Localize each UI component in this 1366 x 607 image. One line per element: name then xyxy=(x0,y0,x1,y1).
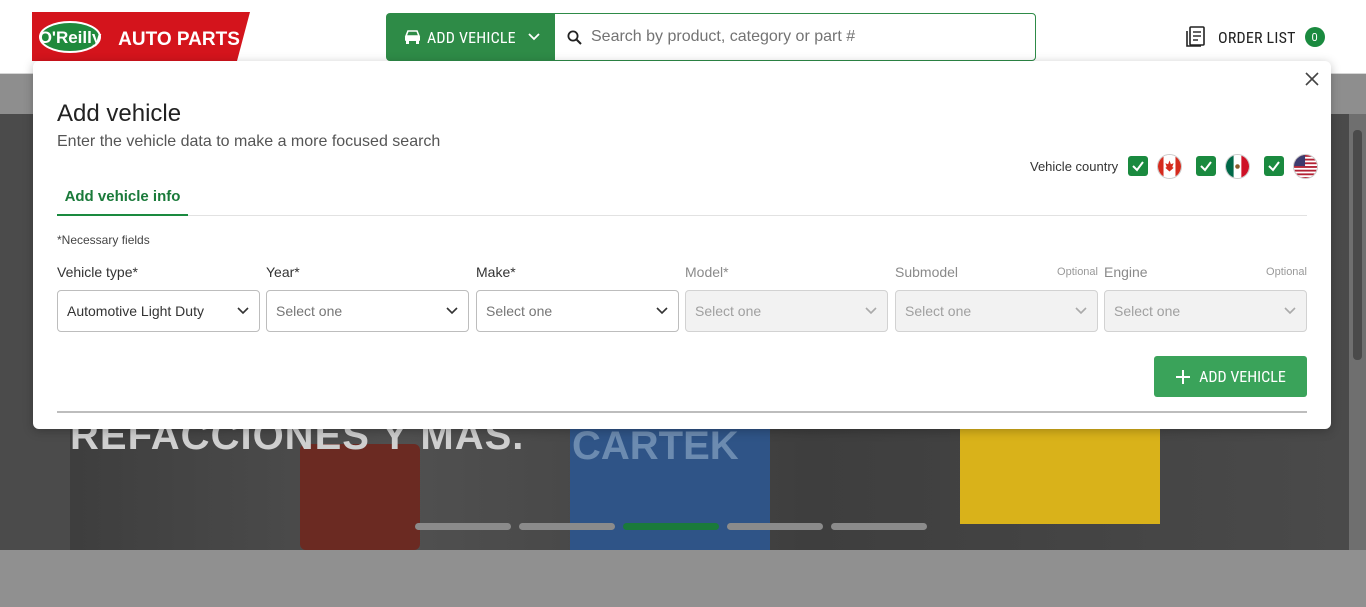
modal-tabs: Add vehicle info xyxy=(57,179,1307,216)
model-value: Select one xyxy=(695,303,762,319)
vehicle-type-select[interactable]: Automotive Light Duty xyxy=(57,290,260,332)
order-list-link[interactable]: ORDER LIST 0 xyxy=(1186,24,1325,50)
vehicle-type-value: Automotive Light Duty xyxy=(67,303,204,319)
year-label: Year* xyxy=(266,264,300,280)
close-icon[interactable] xyxy=(1305,72,1319,86)
page-scrollbar[interactable] xyxy=(1349,114,1366,550)
svg-text:O'Reilly: O'Reilly xyxy=(39,28,102,47)
model-field: Model* Select one xyxy=(685,263,888,332)
add-vehicle-label: ADD VEHICLE xyxy=(427,27,516,47)
engine-select[interactable]: Select one xyxy=(1104,290,1307,332)
search-input[interactable] xyxy=(591,28,1011,46)
year-field: Year* Select one xyxy=(266,263,469,332)
page-lower-area xyxy=(0,550,1366,607)
canada-checkbox[interactable] xyxy=(1128,156,1149,176)
checkmark-icon xyxy=(1268,161,1280,172)
engine-label: Engine xyxy=(1104,264,1148,280)
year-value: Select one xyxy=(276,303,343,319)
add-vehicle-submit-button[interactable]: ADD VEHICLE xyxy=(1154,356,1307,397)
add-vehicle-modal: Add vehicle Enter the vehicle data to ma… xyxy=(33,61,1331,429)
vehicle-country-selector: Vehicle country xyxy=(1030,153,1319,179)
add-vehicle-submit-label: ADD VEHICLE xyxy=(1199,367,1286,386)
hero-product-battery xyxy=(960,414,1160,524)
hero-brand: CARTEK xyxy=(572,424,739,468)
carousel-dot[interactable] xyxy=(831,523,927,530)
scrollbar-thumb[interactable] xyxy=(1353,130,1362,360)
vehicle-country-label: Vehicle country xyxy=(1030,158,1119,174)
usa-flag-icon xyxy=(1293,153,1319,179)
hero-product-drill xyxy=(300,444,420,550)
submodel-label: Submodel xyxy=(895,264,959,280)
chevron-down-icon xyxy=(528,33,540,41)
submodel-optional-tag: Optional xyxy=(1057,266,1098,278)
model-label: Model* xyxy=(685,264,729,280)
year-select[interactable]: Select one xyxy=(266,290,469,332)
engine-optional-tag: Optional xyxy=(1266,266,1307,278)
search-bar xyxy=(554,13,1036,61)
make-label: Make* xyxy=(476,264,516,280)
vehicle-type-field: Vehicle type* Automotive Light Duty xyxy=(57,263,260,332)
mexico-flag-icon xyxy=(1225,153,1251,179)
carousel-dot[interactable] xyxy=(415,523,511,530)
model-select[interactable]: Select one xyxy=(685,290,888,332)
modal-subtitle: Enter the vehicle data to make a more fo… xyxy=(57,133,441,150)
submodel-field: Submodel Optional Select one xyxy=(895,263,1098,332)
engine-value: Select one xyxy=(1114,303,1181,319)
oreilly-logo[interactable]: O'Reilly AUTO PARTS xyxy=(32,12,250,61)
canada-flag-icon xyxy=(1157,153,1183,179)
tab-add-vehicle-info[interactable]: Add vehicle info xyxy=(57,179,188,216)
svg-text:AUTO PARTS: AUTO PARTS xyxy=(118,29,240,50)
submodel-select[interactable]: Select one xyxy=(895,290,1098,332)
plus-icon xyxy=(1176,369,1191,384)
mexico-checkbox[interactable] xyxy=(1196,156,1217,176)
vehicle-type-label: Vehicle type* xyxy=(57,264,138,280)
carousel-dot-active[interactable] xyxy=(623,523,719,530)
checkmark-icon xyxy=(1200,161,1212,172)
necessary-fields-note: *Necessary fields xyxy=(57,233,150,247)
make-field: Make* Select one xyxy=(476,263,679,332)
chevron-down-icon xyxy=(1075,307,1087,315)
chevron-down-icon xyxy=(656,307,668,315)
checkmark-icon xyxy=(1132,161,1144,172)
chevron-down-icon xyxy=(237,307,249,315)
chevron-down-icon xyxy=(1284,307,1296,315)
modal-divider xyxy=(57,411,1307,413)
chevron-down-icon xyxy=(446,307,458,315)
usa-checkbox[interactable] xyxy=(1264,156,1285,176)
chevron-down-icon xyxy=(865,307,877,315)
carousel-dot[interactable] xyxy=(727,523,823,530)
carousel-indicators xyxy=(415,523,927,530)
car-icon xyxy=(404,30,421,44)
search-icon xyxy=(567,30,582,45)
order-count-badge: 0 xyxy=(1304,27,1325,47)
order-list-label: ORDER LIST xyxy=(1218,27,1296,47)
engine-field: Engine Optional Select one xyxy=(1104,263,1307,332)
modal-title: Add vehicle xyxy=(57,100,182,127)
add-vehicle-dropdown[interactable]: ADD VEHICLE xyxy=(386,13,554,61)
make-select[interactable]: Select one xyxy=(476,290,679,332)
order-list-icon xyxy=(1186,26,1205,47)
carousel-dot[interactable] xyxy=(519,523,615,530)
make-value: Select one xyxy=(486,303,553,319)
submodel-value: Select one xyxy=(905,303,972,319)
